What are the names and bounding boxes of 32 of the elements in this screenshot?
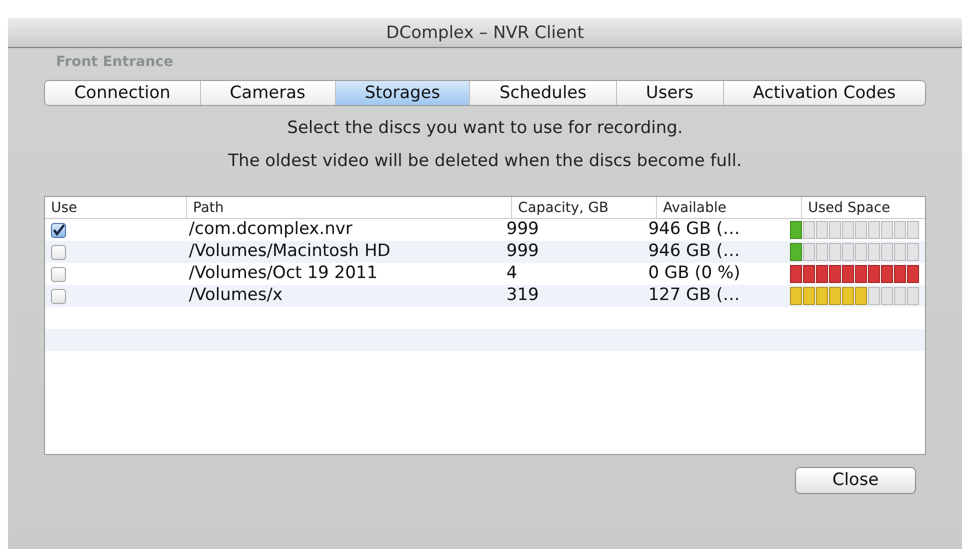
tab[interactable]: Cameras xyxy=(200,81,335,105)
instruction-text: The oldest video will be deleted when the discs become full. xyxy=(228,150,742,172)
instruction-text: Select the discs you want to use for recording. xyxy=(287,117,683,140)
column-header[interactable]: Use xyxy=(51,200,78,216)
checkbox[interactable] xyxy=(51,266,66,282)
path-cell: /Volumes/x xyxy=(188,285,283,306)
column-header[interactable]: Used Space xyxy=(808,200,890,216)
path-cell: /com.dcomplex.nvr xyxy=(188,219,352,240)
capacity-cell: 999 xyxy=(506,241,539,262)
checkbox[interactable] xyxy=(51,288,66,304)
capacity-cell: 999 xyxy=(506,219,539,240)
column-header[interactable]: Path xyxy=(193,200,224,216)
path-cell: /Volumes/Macintosh HD xyxy=(188,241,390,262)
available-cell: 127 GB (… xyxy=(648,285,740,306)
tab[interactable]: Connection xyxy=(45,81,200,105)
capacity-cell: 4 xyxy=(506,263,518,284)
tab[interactable]: Activation Codes xyxy=(722,81,925,105)
checkbox[interactable] xyxy=(51,222,66,238)
close-button[interactable]: Close xyxy=(795,467,916,494)
background-label: Front Entrance xyxy=(56,53,174,72)
available-cell: 946 GB (… xyxy=(648,219,740,240)
tab[interactable]: Users xyxy=(616,81,723,105)
window-title: DComplex – NVR Client xyxy=(8,18,962,48)
tab[interactable]: Schedules xyxy=(469,81,616,105)
path-cell: /Volumes/Oct 19 2011 xyxy=(188,263,378,284)
column-header[interactable]: Available xyxy=(663,200,726,216)
column-header[interactable]: Capacity, GB xyxy=(518,200,609,216)
capacity-cell: 319 xyxy=(506,285,539,306)
available-cell: 946 GB (… xyxy=(648,241,740,262)
available-cell: 0 GB (0 %) xyxy=(648,263,740,284)
checkbox[interactable] xyxy=(51,244,66,260)
tab[interactable]: Storages xyxy=(334,81,470,105)
